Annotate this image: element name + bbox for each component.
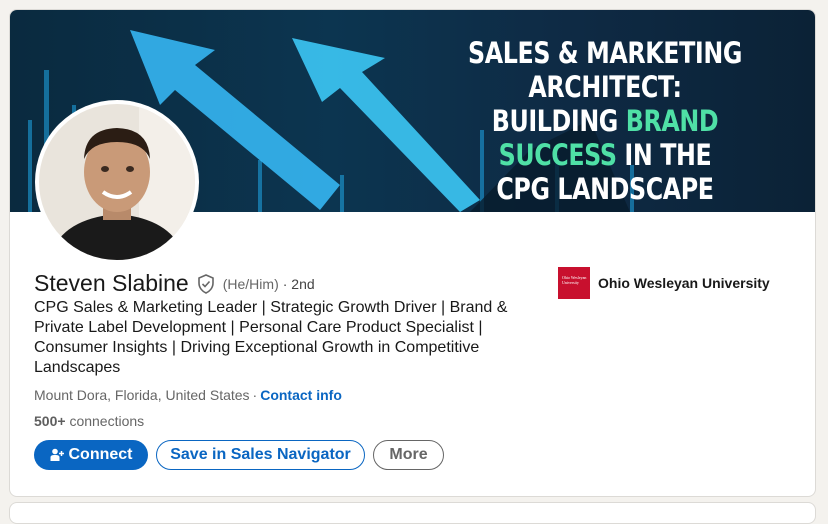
university-logo: Ohio Wesleyan University — [558, 267, 590, 299]
location-row: Mount Dora, Florida, United States · Conta… — [34, 387, 342, 403]
banner-line-1: SALES & MARKETING ARCHITECT: — [468, 36, 742, 104]
more-button[interactable]: More — [373, 440, 444, 470]
profile-photo[interactable] — [35, 100, 199, 264]
add-person-icon — [50, 448, 64, 461]
education-item[interactable]: Ohio Wesleyan University Ohio Wesleyan U… — [558, 267, 770, 299]
name-row: Steven Slabine (He/Him) · 2nd — [34, 270, 315, 297]
banner-line-2-start: BUILDING — [491, 104, 626, 138]
connect-button-label: Connect — [68, 446, 133, 463]
verified-shield-icon[interactable] — [197, 273, 215, 294]
connect-button[interactable]: Connect — [34, 440, 148, 470]
profile-pronouns: (He/Him) — [222, 275, 279, 292]
profile-location: Mount Dora, Florida, United States — [34, 387, 250, 403]
profile-card: SALES & MARKETING ARCHITECT: BUILDING BR… — [9, 9, 816, 497]
profile-headline: CPG Sales & Marketing Leader | Strategic… — [34, 299, 508, 376]
banner-headline: SALES & MARKETING ARCHITECT: BUILDING BR… — [441, 36, 769, 206]
connections-count[interactable]: 500+ connections — [34, 413, 144, 429]
university-name: Ohio Wesleyan University — [598, 275, 770, 291]
banner-line-3: CPG LANDSCAPE — [496, 172, 714, 206]
location-separator: · — [252, 387, 258, 403]
contact-info-link[interactable]: Contact info — [260, 387, 342, 403]
next-section-card — [9, 502, 816, 524]
banner-line-2-end: IN THE — [616, 138, 712, 172]
connections-label: connections — [69, 413, 145, 429]
connection-degree: · 2nd — [282, 275, 315, 292]
banner-line-2: BUILDING BRAND SUCCESS IN THE — [441, 104, 769, 172]
profile-name: Steven Slabine — [34, 270, 189, 296]
connections-number: 500+ — [34, 413, 66, 429]
save-in-sales-navigator-button[interactable]: Save in Sales Navigator — [156, 440, 365, 470]
